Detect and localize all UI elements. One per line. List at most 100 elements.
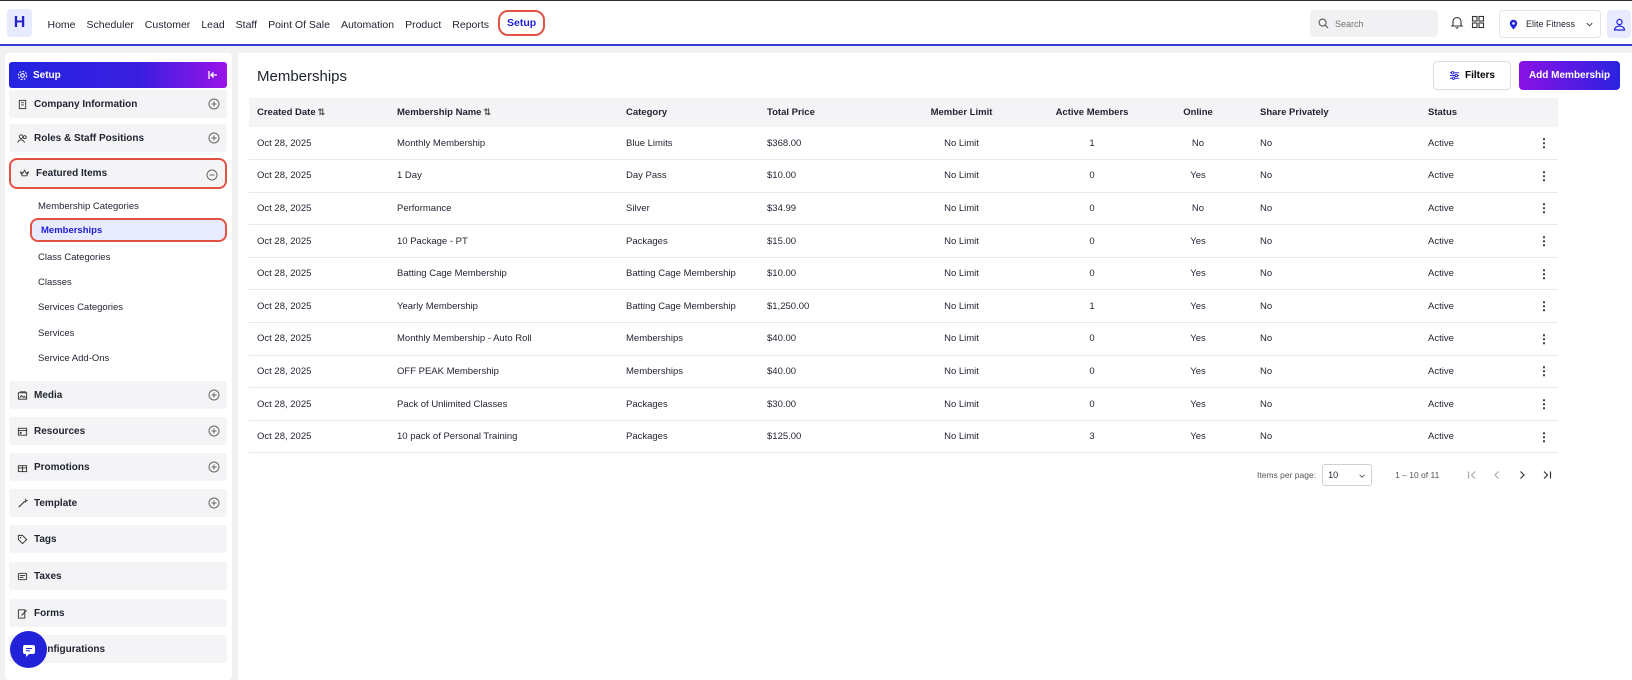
sidebar-section-company-information[interactable]: Company Information (9, 90, 227, 118)
expand-plus-icon[interactable] (208, 497, 220, 509)
sidebar-section-taxes[interactable]: Taxes (9, 562, 227, 590)
more-options-icon[interactable]: ⋮ (1538, 234, 1550, 248)
nav-setup[interactable]: Setup (498, 10, 546, 36)
sidebar-item-service-add-ons[interactable]: Service Add-Ons (38, 353, 109, 364)
sidebar-item-class-categories[interactable]: Class Categories (38, 252, 110, 263)
chat-icon (22, 644, 35, 657)
sidebar-section-template[interactable]: Template (9, 489, 227, 517)
user-account-button[interactable] (1607, 10, 1631, 38)
nav-point-of-sale[interactable]: Point Of Sale (266, 16, 332, 34)
cell-total-price: $1,250.00 (759, 289, 905, 324)
add-membership-button[interactable]: Add Membership (1519, 61, 1620, 90)
more-options-icon[interactable]: ⋮ (1538, 332, 1550, 346)
nav-product[interactable]: Product (403, 16, 443, 34)
expand-plus-icon[interactable] (208, 425, 220, 437)
cell-member-limit: No Limit (905, 355, 1018, 389)
more-options-icon[interactable]: ⋮ (1538, 267, 1550, 281)
cell-total-price: $15.00 (759, 224, 905, 258)
cell-member-limit: No Limit (905, 420, 1018, 454)
cell-created-date: Oct 28, 2025 (249, 192, 389, 226)
table-row[interactable]: Oct 28, 2025 10 pack of Personal Training… (249, 420, 1558, 454)
items-per-page-select[interactable]: 10 (1322, 464, 1373, 486)
chat-launcher-button[interactable] (10, 631, 47, 668)
nav-automation[interactable]: Automation (339, 16, 396, 34)
app-logo[interactable]: H (7, 9, 32, 37)
expand-plus-icon[interactable] (208, 132, 220, 144)
sort-icon[interactable]: ⇅ (483, 107, 491, 117)
table-row[interactable]: Oct 28, 2025 Pack of Unlimited Classes Pac… (249, 387, 1558, 421)
section-label: Featured Items (36, 168, 108, 179)
table-row[interactable]: Oct 28, 2025 Monthly Membership Blue Limit… (249, 127, 1558, 161)
main-nav: Home Scheduler Customer Lead Staff Point… (42, 10, 549, 36)
search-input[interactable] (1335, 18, 1430, 29)
nav-staff[interactable]: Staff (234, 16, 259, 34)
previous-page-icon[interactable] (1490, 468, 1504, 482)
cell-share-privately: No (1230, 420, 1420, 454)
sidebar-section-media[interactable]: Media (9, 381, 227, 409)
filters-button[interactable]: Filters (1433, 61, 1511, 90)
sidebar-item-services-categories[interactable]: Services Categories (38, 302, 123, 313)
cell-status: Active (1420, 289, 1530, 324)
cell-total-price: $10.00 (759, 159, 905, 193)
cell-created-date: Oct 28, 2025 (249, 159, 389, 193)
more-options-icon[interactable]: ⋮ (1538, 299, 1550, 313)
bell-icon[interactable] (1450, 15, 1464, 29)
cell-online: Yes (1166, 322, 1230, 356)
cell-membership-name: 10 pack of Personal Training (389, 420, 618, 454)
more-options-icon[interactable]: ⋮ (1538, 136, 1550, 150)
sidebar-item-services[interactable]: Services (38, 328, 74, 339)
more-options-icon[interactable]: ⋮ (1538, 397, 1550, 411)
table-row[interactable]: Oct 28, 2025 Batting Cage Membership Batti… (249, 257, 1558, 291)
table-row[interactable]: Oct 28, 2025 Monthly Membership - Auto Ro… (249, 322, 1558, 356)
location-selector[interactable]: Elite Fitness (1499, 10, 1601, 38)
sidebar-item-classes[interactable]: Classes (38, 277, 72, 288)
expand-plus-icon[interactable] (208, 389, 220, 401)
sidebar-section-roles-staff[interactable]: Roles & Staff Positions (9, 124, 227, 152)
cell-active-members: 0 (1018, 192, 1166, 226)
tag-icon (17, 534, 28, 544)
table-row[interactable]: Oct 28, 2025 Performance Silver $34.99 No Li… (249, 192, 1558, 226)
cell-online: Yes (1166, 420, 1230, 454)
nav-lead[interactable]: Lead (199, 16, 226, 34)
row-actions-cell: ⋮ (1530, 420, 1558, 454)
section-label: Company Information (34, 98, 138, 110)
nav-scheduler[interactable]: Scheduler (85, 16, 136, 34)
next-page-icon[interactable] (1515, 468, 1529, 482)
nav-home[interactable]: Home (46, 16, 78, 34)
first-page-icon[interactable] (1465, 468, 1479, 482)
cell-status: Active (1420, 127, 1530, 161)
more-options-icon[interactable]: ⋮ (1538, 169, 1550, 183)
collapse-sidebar-icon[interactable] (207, 69, 219, 81)
col-category: Category (618, 98, 759, 127)
apps-grid-icon[interactable] (1471, 15, 1485, 29)
sidebar-section-featured-items[interactable]: Featured Items (9, 158, 227, 189)
cell-share-privately: No (1230, 355, 1420, 389)
cell-created-date: Oct 28, 2025 (249, 257, 389, 291)
last-page-icon[interactable] (1540, 468, 1554, 482)
more-options-icon[interactable]: ⋮ (1538, 430, 1550, 444)
sidebar-section-resources[interactable]: Resources (9, 417, 227, 445)
collapse-minus-icon[interactable] (206, 169, 218, 181)
more-options-icon[interactable]: ⋮ (1538, 364, 1550, 378)
sidebar-item-memberships[interactable]: Memberships (30, 218, 227, 242)
sidebar-section-promotions[interactable]: Promotions (9, 453, 227, 481)
expand-plus-icon[interactable] (208, 461, 220, 473)
pagination: Items per page: 10 1 – 10 of 11 (1257, 463, 1557, 487)
table-row[interactable]: Oct 28, 2025 1 Day Day Pass $10.00 No Limit 0… (249, 159, 1558, 193)
cell-membership-name: Pack of Unlimited Classes (389, 387, 618, 421)
nav-customer[interactable]: Customer (143, 16, 193, 34)
sidebar-section-forms[interactable]: Forms (9, 599, 227, 627)
expand-plus-icon[interactable] (208, 98, 220, 110)
col-created-date[interactable]: Created Date ⇅ (249, 98, 389, 127)
table-row[interactable]: Oct 28, 2025 Yearly Membership Batting Cag… (249, 289, 1558, 324)
sidebar-item-membership-categories[interactable]: Membership Categories (38, 201, 139, 212)
sort-icon[interactable]: ⇅ (318, 107, 326, 117)
table-row[interactable]: Oct 28, 2025 OFF PEAK Membership Membershi… (249, 355, 1558, 389)
search-box[interactable] (1310, 10, 1438, 37)
cell-active-members: 1 (1018, 127, 1166, 161)
more-options-icon[interactable]: ⋮ (1538, 201, 1550, 215)
nav-reports[interactable]: Reports (450, 16, 491, 34)
col-membership-name[interactable]: Membership Name ⇅ (389, 98, 618, 127)
sidebar-section-tags[interactable]: Tags (9, 525, 227, 553)
table-row[interactable]: Oct 28, 2025 10 Package - PT Packages $15.0… (249, 224, 1558, 258)
